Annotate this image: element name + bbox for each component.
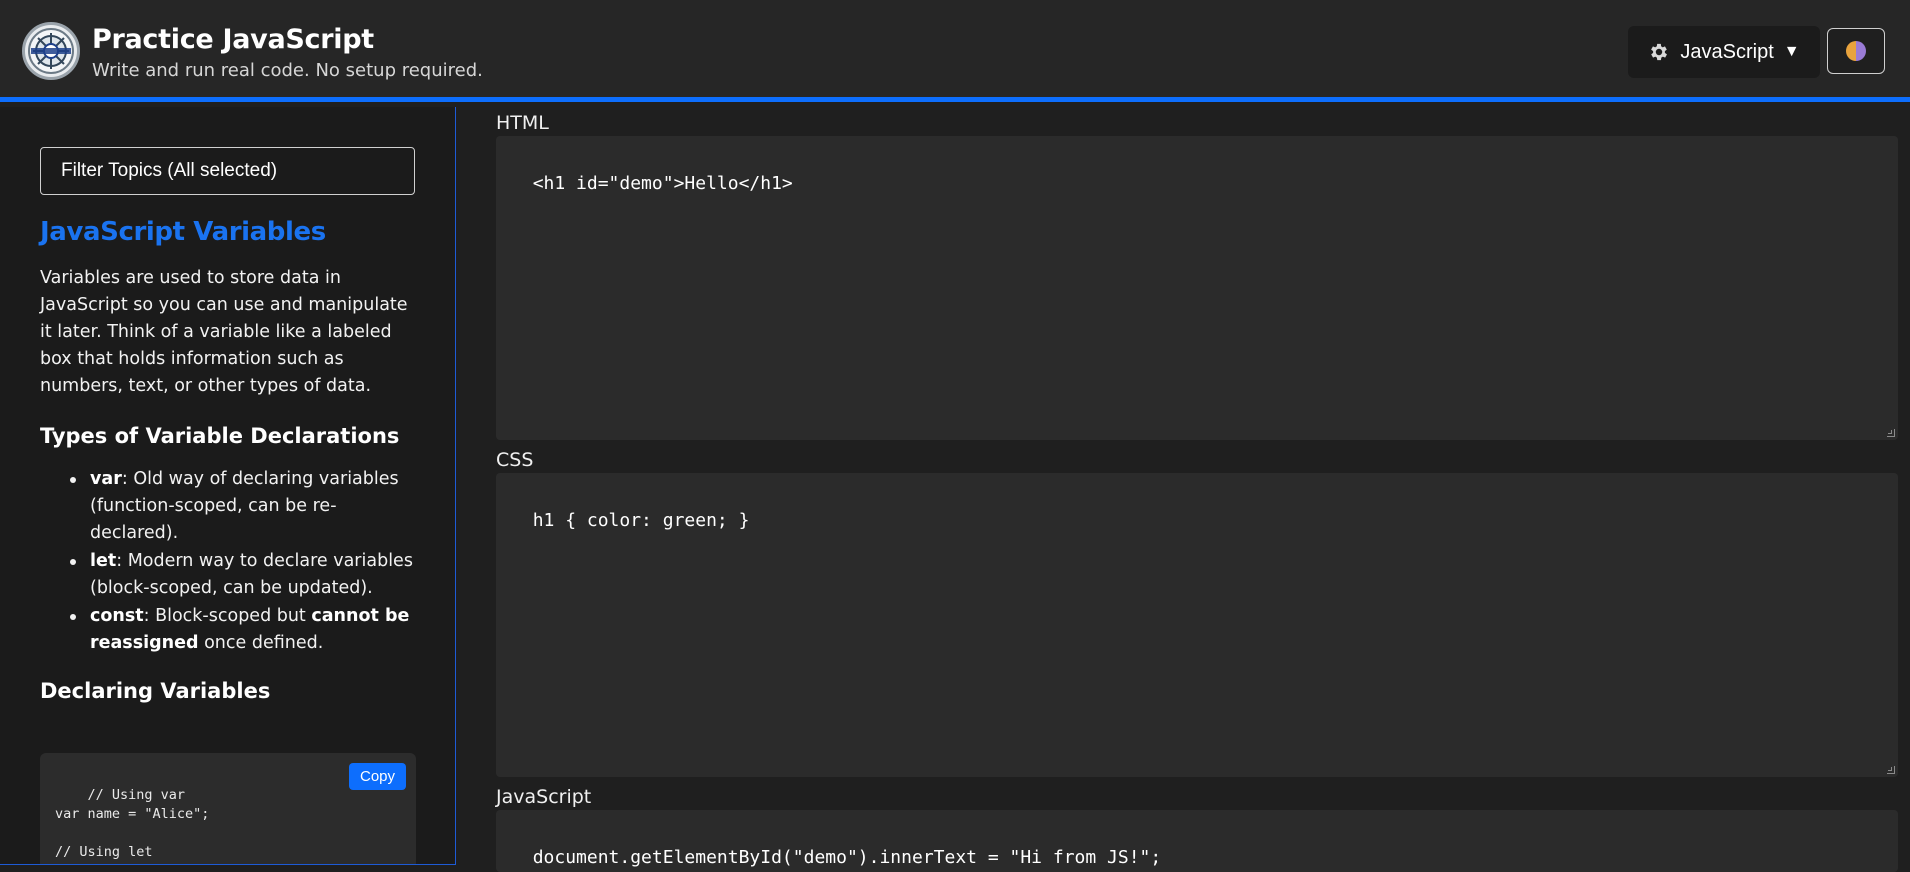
- html-editor[interactable]: <h1 id="demo">Hello</h1>: [496, 136, 1898, 440]
- js-editor[interactable]: document.getElementById("demo").innerTex…: [496, 810, 1898, 872]
- list-item: let: Modern way to declare variables (bl…: [70, 548, 416, 602]
- resize-handle-icon[interactable]: [1887, 429, 1895, 437]
- top-header: Practice JavaScript Write and run real c…: [0, 0, 1910, 102]
- js-editor-label: JavaScript: [496, 786, 592, 808]
- app-title: Practice JavaScript: [92, 24, 374, 55]
- declaration-types-list: var: Old way of declaring variables (fun…: [40, 466, 416, 657]
- theme-toggle-button[interactable]: [1827, 28, 1885, 74]
- code-example-block: // Using var var name = "Alice"; // Usin…: [40, 753, 416, 864]
- declaring-heading: Declaring Variables: [40, 679, 271, 703]
- list-item: const: Block-scoped but cannot be reassi…: [70, 603, 416, 657]
- topic-content: JavaScript Variables Variables are used …: [40, 217, 416, 721]
- app-subtitle: Write and run real code. No setup requir…: [92, 60, 483, 81]
- topic-intro: Variables are used to store data in Java…: [40, 268, 408, 396]
- html-editor-label: HTML: [496, 112, 549, 134]
- css-editor-label: CSS: [496, 449, 534, 471]
- filter-topics-button[interactable]: Filter Topics (All selected): [40, 147, 415, 195]
- language-select-button[interactable]: JavaScript ▼: [1628, 26, 1820, 78]
- chevron-down-icon: ▼: [1783, 43, 1800, 60]
- site-logo-icon[interactable]: [22, 22, 80, 80]
- theme-toggle-icon: [1846, 41, 1866, 61]
- resize-handle-icon[interactable]: [1887, 766, 1895, 774]
- html-editor-code: <h1 id="demo">Hello</h1>: [532, 173, 793, 194]
- gear-icon: [1651, 43, 1668, 61]
- css-editor[interactable]: h1 { color: green; }: [496, 473, 1898, 777]
- js-editor-code: document.getElementById("demo").innerTex…: [532, 847, 1162, 868]
- code-example-text: // Using var var name = "Alice"; // Usin…: [55, 787, 210, 864]
- copy-button[interactable]: Copy: [349, 763, 406, 790]
- topic-title: JavaScript Variables: [40, 217, 326, 247]
- language-label: JavaScript: [1680, 40, 1774, 63]
- types-heading: Types of Variable Declarations: [40, 424, 400, 448]
- list-item: var: Old way of declaring variables (fun…: [70, 466, 416, 547]
- css-editor-code: h1 { color: green; }: [532, 510, 750, 531]
- topics-sidebar: Filter Topics (All selected) JavaScript …: [0, 107, 456, 865]
